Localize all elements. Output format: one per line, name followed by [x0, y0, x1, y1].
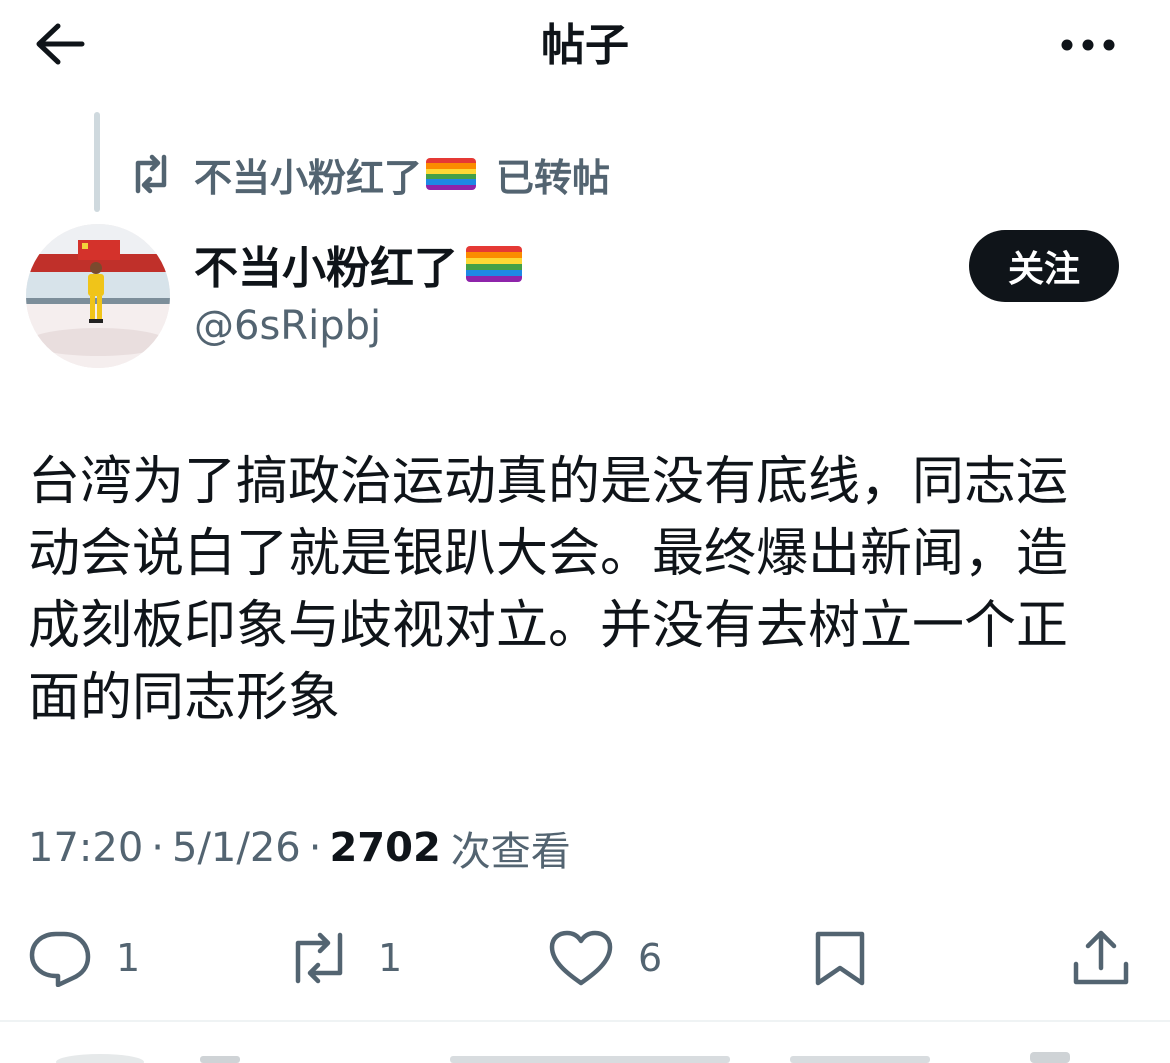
- post-meta: 17:20 · 5/1/26 · 2702 次查看: [28, 820, 571, 876]
- repost-label: 已转帖: [496, 155, 611, 200]
- repost-button[interactable]: 1: [284, 926, 402, 990]
- meta-separator: ·: [151, 825, 164, 871]
- thread-connector-line: [94, 112, 100, 212]
- repost-icon: [128, 151, 174, 197]
- author-handle[interactable]: @6sRipbj: [194, 298, 381, 354]
- author-name[interactable]: 不当小粉红了: [194, 232, 526, 296]
- heart-icon: [548, 929, 614, 987]
- more-horizontal-icon: [1060, 37, 1116, 56]
- rainbow-flag-icon: [426, 158, 477, 190]
- author-display-name: 不当小粉红了: [194, 243, 458, 294]
- repost-context[interactable]: 不当小粉红了 已转帖: [128, 148, 610, 200]
- avatar[interactable]: [26, 224, 170, 368]
- rainbow-flag-icon: [466, 246, 522, 282]
- share-button[interactable]: [1070, 926, 1132, 990]
- repost-icon: [284, 929, 354, 987]
- follow-button[interactable]: 关注: [969, 230, 1119, 302]
- next-reply-partial: [0, 1022, 1170, 1063]
- like-button[interactable]: 6: [548, 926, 662, 990]
- page-title: 帖子: [541, 20, 629, 71]
- reply-icon: [28, 929, 92, 987]
- meta-separator: ·: [308, 825, 322, 871]
- reply-count: 1: [116, 936, 141, 980]
- bookmark-icon: [812, 928, 868, 988]
- repost-count: 1: [378, 936, 403, 980]
- reply-button[interactable]: 1: [28, 926, 140, 990]
- post-text: 台湾为了搞政治运动真的是没有底线，同志运动会说白了就是银趴大会。最终爆出新闻，造…: [28, 452, 1069, 728]
- post-date[interactable]: 5/1/26: [172, 825, 301, 871]
- bookmark-button[interactable]: [812, 926, 868, 990]
- post-time[interactable]: 17:20: [28, 825, 143, 871]
- share-icon: [1070, 928, 1132, 988]
- repost-user-name: 不当小粉红了: [194, 155, 423, 200]
- like-count: 6: [638, 936, 663, 980]
- more-options-button[interactable]: [1050, 18, 1126, 74]
- views-count[interactable]: 2702: [329, 825, 440, 871]
- views-label: 次查看: [450, 829, 571, 875]
